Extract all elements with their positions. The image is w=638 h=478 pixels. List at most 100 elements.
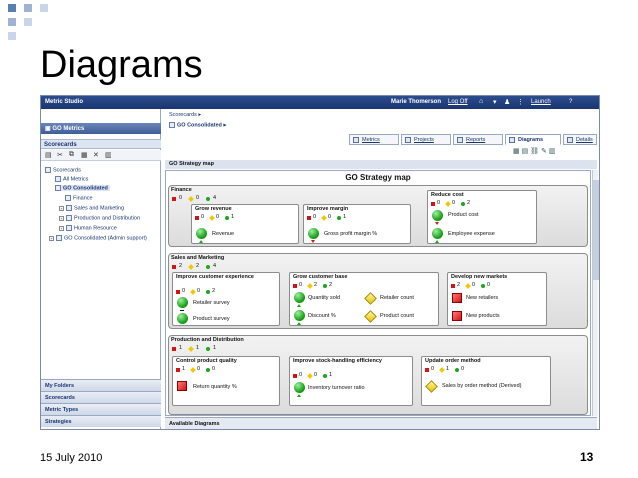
red-status-icon — [293, 374, 297, 378]
scroll-thumb[interactable] — [593, 180, 599, 280]
tree-item-go-consolidated[interactable]: GO Consolidated — [55, 185, 110, 192]
kpi-label[interactable]: Return quantity % — [193, 384, 237, 390]
kpi-label[interactable]: Retailer survey — [193, 300, 230, 306]
expand-icon[interactable]: + — [59, 215, 64, 221]
yellow-status-icon — [445, 201, 451, 207]
paste-icon[interactable]: ▦ — [81, 151, 88, 159]
green-status-icon — [294, 292, 305, 303]
objective-grow-revenue[interactable]: Grow revenue 0 0 1 Revenue — [191, 204, 299, 244]
tab-projects[interactable]: Projects — [401, 134, 451, 145]
objective-reduce-cost[interactable]: Reduce cost 0 0 2 Product cost Employee … — [427, 190, 537, 244]
tab-diagrams[interactable]: Diagrams — [505, 134, 561, 145]
projects-icon — [405, 137, 411, 143]
more-icon[interactable]: ⋮ — [517, 98, 524, 106]
bottom-tab-strategies[interactable]: Strategies — [41, 415, 161, 427]
edit-icon[interactable]: ✎ — [541, 148, 547, 155]
vertical-scrollbar[interactable] — [592, 170, 599, 416]
chart-icon[interactable]: ▥ — [549, 148, 556, 155]
package-name: GO Metrics — [52, 126, 85, 132]
link-icon[interactable]: ⛓ — [530, 148, 539, 155]
kpi-label[interactable]: Gross profit margin % — [324, 231, 377, 237]
properties-icon[interactable]: ▥ — [105, 151, 112, 159]
band-production-distribution[interactable]: Production and Distribution 1 1 1 Contro… — [168, 335, 588, 415]
help-icon[interactable]: ? — [569, 99, 572, 105]
tree-item-finance[interactable]: Finance — [65, 195, 93, 201]
kpi-label[interactable]: Sales by order method (Derived) — [442, 383, 521, 389]
kpi-label[interactable]: New retailers — [466, 295, 498, 301]
breadcrumb[interactable]: Scorecards ▸ — [169, 112, 201, 118]
home-icon[interactable]: ⌂ — [479, 98, 483, 105]
kpi-label[interactable]: Quantity sold — [308, 295, 340, 301]
objective-title: Improve customer experience — [176, 274, 254, 280]
panel-title: GO Strategy map — [165, 160, 597, 169]
metric-studio-window: Metric Studio Marie Thomerson Log Off ⌂ … — [40, 95, 600, 430]
list-icon[interactable]: ▤ — [522, 148, 529, 155]
deco-square — [8, 32, 16, 40]
kpi-label[interactable]: Employee expense — [448, 231, 495, 237]
kpi-label[interactable]: Product survey — [193, 316, 230, 322]
trend-up-icon — [435, 240, 439, 243]
objective-develop-new-markets[interactable]: Develop new markets 2 0 0 New retailers … — [447, 272, 547, 326]
yellow-status-icon — [307, 373, 313, 379]
trend-up-icon — [297, 304, 301, 307]
green-status-icon — [323, 284, 327, 288]
kpi-label[interactable]: Discount % — [308, 313, 336, 319]
red-status-icon — [293, 284, 297, 288]
bottom-tab-scorecards[interactable]: Scorecards — [41, 391, 161, 403]
trend-up-icon — [199, 240, 203, 243]
copy-icon[interactable]: ⧉ — [69, 151, 74, 159]
logoff-link[interactable]: Log Off — [448, 99, 468, 105]
tree-item-all-metrics[interactable]: All Metrics — [55, 176, 88, 182]
green-status-icon — [432, 210, 443, 221]
app-title: Metric Studio — [45, 99, 84, 105]
expand-icon[interactable]: + — [49, 235, 54, 241]
grid-icon[interactable]: ▦ — [513, 148, 520, 155]
delete-icon[interactable]: ✕ — [93, 151, 99, 159]
objective-improve-margin[interactable]: Improve margin 0 0 1 Gross profit margin… — [303, 204, 411, 244]
main-area: Scorecards ▸ GO Consolidated ▸ Metrics P… — [163, 109, 599, 429]
tree-item-sales-marketing[interactable]: + Sales and Marketing — [59, 205, 124, 211]
green-status-icon — [177, 313, 188, 324]
new-icon[interactable]: ▤ — [45, 151, 52, 159]
count-red: 0 — [179, 195, 183, 201]
tree-item-admin-support[interactable]: + GO Consolidated (Admin support) — [49, 235, 147, 241]
chevron-down-icon[interactable]: ▾ — [493, 98, 497, 106]
cut-icon[interactable]: ✂ — [57, 151, 63, 159]
tree-item-human-resource[interactable]: + Human Resource — [59, 225, 117, 231]
yellow-status-icon — [425, 380, 438, 393]
bottom-tab-my-folders[interactable]: My Folders — [41, 379, 161, 391]
kpi-label[interactable]: Product cost — [448, 212, 479, 218]
kpi-label[interactable]: Revenue — [212, 231, 234, 237]
kpi-label[interactable]: Retailer count — [380, 295, 414, 301]
kpi-label[interactable]: Inventory turnover ratio — [308, 385, 365, 391]
tree-item-production[interactable]: + Production and Distribution — [59, 215, 140, 221]
expand-icon[interactable]: + — [59, 225, 64, 231]
band-finance[interactable]: Finance 0 0 4 Grow revenue 0 0 1 Revenue… — [168, 185, 588, 247]
green-status-icon — [196, 228, 207, 239]
objective-improve-stock-handling[interactable]: Improve stock-handling efficiency 0 0 1 … — [289, 356, 413, 406]
green-status-icon — [206, 290, 210, 294]
user-icon[interactable]: ♟ — [504, 98, 510, 106]
objective-control-product-quality[interactable]: Control product quality 1 0 0 Return qua… — [172, 356, 280, 406]
available-diagrams-bar[interactable]: Available Diagrams — [165, 417, 597, 429]
tab-details[interactable]: Details — [563, 134, 597, 145]
metrics-package-header[interactable]: ▣ GO Metrics — [41, 123, 161, 134]
expand-icon[interactable]: + — [59, 205, 64, 211]
scorecard-icon — [55, 185, 61, 191]
kpi-label[interactable]: Product count — [380, 313, 414, 319]
objective-update-order-method[interactable]: Update order method 0 1 0 Sales by order… — [421, 356, 551, 406]
band-sales-marketing[interactable]: Sales and Marketing 2 2 4 Improve custom… — [168, 253, 588, 329]
tab-reports[interactable]: Reports — [453, 134, 503, 145]
objective-improve-customer-experience[interactable]: Improve customer experience 0 0 2 Retail… — [172, 272, 280, 326]
tab-metrics[interactable]: Metrics — [349, 134, 399, 145]
chevron-right-icon: ▸ — [198, 112, 202, 118]
objective-grow-customer-base[interactable]: Grow customer base 0 2 2 Quantity sold R… — [289, 272, 439, 326]
scorecard-icon — [66, 205, 72, 211]
kpi-label[interactable]: New products — [466, 313, 500, 319]
launch-menu[interactable]: Launch — [531, 99, 551, 105]
metrics-icon — [353, 137, 359, 143]
scorecard-icon — [169, 122, 175, 128]
bottom-tab-metric-types[interactable]: Metric Types — [41, 403, 161, 415]
green-status-icon — [323, 374, 327, 378]
tree-item-scorecards[interactable]: Scorecards — [45, 167, 81, 173]
